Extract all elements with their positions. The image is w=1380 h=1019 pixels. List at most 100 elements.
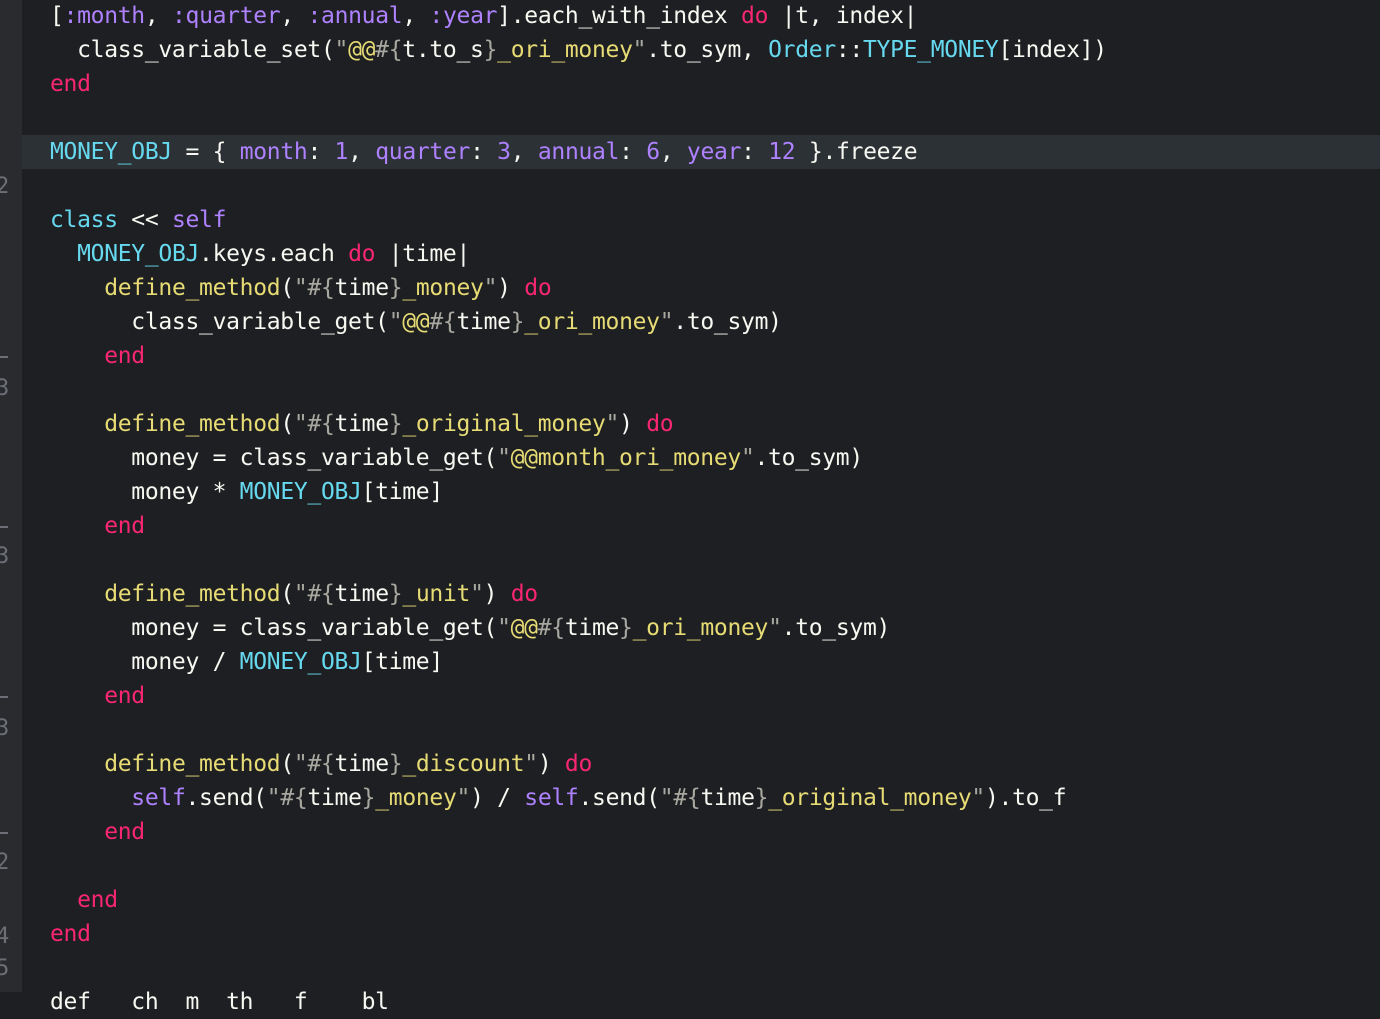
code-line[interactable]: define_method("#{time}_money") do (22, 271, 1380, 305)
code-token: MONEY_OBJ (239, 479, 362, 505)
code-token: time (334, 581, 390, 607)
current-code-line[interactable]: MONEY_OBJ = { month: 1, quarter: 3, annu… (22, 135, 1380, 169)
code-token: ( (280, 581, 294, 607)
code-token: "#{ (293, 581, 335, 607)
code-line[interactable]: money * MONEY_OBJ[time] (22, 475, 1380, 509)
code-token: ) / (470, 785, 525, 811)
code-line[interactable]: end (22, 883, 1380, 917)
code-line[interactable]: self.send("#{time}_money") / self.send("… (22, 781, 1380, 815)
code-token: ( (280, 275, 294, 301)
code-token: do (564, 751, 593, 777)
code-token: @@ (510, 615, 538, 641)
code-token: "#{ (659, 785, 701, 811)
gutter-fold-marker (0, 832, 8, 834)
code-token: self (524, 785, 579, 811)
code-token: quarter (375, 139, 471, 165)
code-token: } (388, 751, 403, 777)
code-line[interactable]: class_variable_set("@@#{t.to_s}_ori_mone… (22, 33, 1380, 67)
code-line[interactable]: def ch m th f bl (22, 985, 1380, 1019)
code-token: annual (537, 139, 620, 165)
code-token: money = class_variable_get( (50, 445, 498, 471)
code-token: } (510, 309, 525, 335)
code-token: ).to_f (984, 785, 1067, 811)
code-token: @@ (402, 309, 430, 335)
code-line[interactable] (22, 951, 1380, 985)
code-token: money = class_variable_get( (50, 615, 498, 641)
code-token: : (307, 139, 335, 165)
code-line[interactable] (22, 713, 1380, 747)
code-token: Order (768, 37, 836, 63)
code-token: } (388, 581, 403, 607)
code-token: do (741, 3, 769, 29)
code-token: ) (497, 275, 525, 301)
code-line[interactable] (22, 373, 1380, 407)
code-token: ].each_with_index (497, 3, 742, 29)
code-token: time (334, 275, 390, 301)
code-token: time (334, 751, 390, 777)
code-token: _original_money (402, 411, 606, 437)
code-line[interactable]: class << self (22, 203, 1380, 237)
code-line[interactable]: class_variable_get("@@#{time}_ori_money"… (22, 305, 1380, 339)
code-line[interactable]: define_method("#{time}_original_money") … (22, 407, 1380, 441)
code-line[interactable]: end (22, 339, 1380, 373)
code-token: : (741, 139, 769, 165)
gutter-line-number: 4 (0, 924, 10, 949)
code-token: define_method (104, 751, 281, 777)
code-token: year (686, 139, 742, 165)
code-token: [index]) (998, 37, 1107, 63)
code-token: def ch m th f bl (50, 989, 430, 1015)
code-token: " (524, 751, 538, 777)
code-token: , (348, 139, 376, 165)
code-token: end (50, 921, 91, 947)
code-token: } (361, 785, 376, 811)
code-token: |time| (375, 241, 471, 267)
code-line[interactable]: end (22, 917, 1380, 951)
code-editor[interactable]: [:month, :quarter, :annual, :year].each_… (22, 0, 1380, 1015)
code-line[interactable]: end (22, 679, 1380, 713)
code-token: do (348, 241, 376, 267)
code-token: _ori_money (524, 309, 660, 335)
code-line[interactable]: end (22, 67, 1380, 101)
code-token: end (50, 71, 91, 97)
code-line[interactable] (22, 543, 1380, 577)
code-token: " (334, 37, 349, 63)
code-token: } (619, 615, 633, 641)
code-line[interactable]: money = class_variable_get("@@month_ori_… (22, 441, 1380, 475)
code-token: class_variable_set( (50, 37, 335, 63)
code-token: TYPE_MONEY (862, 37, 999, 63)
code-token: self (171, 207, 227, 233)
code-token: } (754, 785, 769, 811)
code-line[interactable] (22, 169, 1380, 203)
code-token: _money (402, 275, 484, 301)
code-token: } (388, 411, 403, 437)
code-token: } (483, 37, 498, 63)
code-line[interactable]: money = class_variable_get("@@#{time}_or… (22, 611, 1380, 645)
gutter-line-number: 5 (0, 956, 10, 981)
code-token: , (510, 139, 538, 165)
code-token: money * (50, 479, 240, 505)
code-line[interactable]: define_method("#{time}_discount") do (22, 747, 1380, 781)
code-line[interactable]: define_method("#{time}_unit") do (22, 577, 1380, 611)
code-token: #{ (537, 615, 565, 641)
code-token: end (104, 343, 145, 369)
code-token: " (456, 785, 471, 811)
code-token: _original_money (768, 785, 972, 811)
code-token: MONEY_OBJ (77, 241, 200, 267)
code-token: end (104, 513, 145, 539)
code-token: , (402, 3, 430, 29)
code-token: MONEY_OBJ (50, 139, 172, 165)
code-line[interactable]: MONEY_OBJ.keys.each do |time| (22, 237, 1380, 271)
code-token: , (280, 3, 308, 29)
code-token: _ori_money (497, 37, 633, 63)
code-line[interactable] (22, 101, 1380, 135)
code-line[interactable]: end (22, 509, 1380, 543)
code-line[interactable]: [:month, :quarter, :annual, :year].each_… (22, 0, 1380, 33)
code-line[interactable]: end (22, 815, 1380, 849)
gutter-line-number: 3 (0, 716, 10, 741)
code-token: time (700, 785, 755, 811)
code-line[interactable]: money / MONEY_OBJ[time] (22, 645, 1380, 679)
gutter-fold-marker (0, 356, 8, 358)
code-line[interactable] (22, 849, 1380, 883)
